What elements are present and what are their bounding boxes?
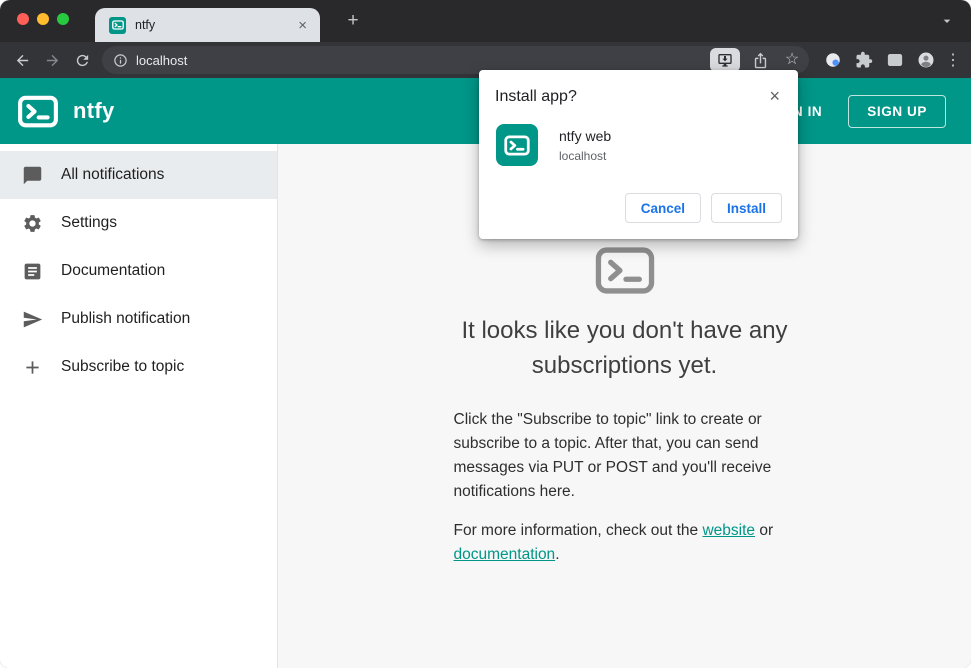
minimize-window-button[interactable] <box>37 13 49 25</box>
empty-state-heading: It looks like you don't have any subscri… <box>461 317 788 379</box>
sign-up-button[interactable]: SIGN UP <box>848 94 946 128</box>
empty-state-links-paragraph: For more information, check out the webs… <box>454 519 796 567</box>
back-icon[interactable] <box>8 46 36 74</box>
send-icon <box>21 308 43 330</box>
toolbar-right-icons: ⋮ <box>821 48 963 72</box>
browser-window: ntfy × + localhost ☆ ⋮ ntfy IN SIGN UP A… <box>0 0 971 668</box>
chat-icon <box>21 164 43 186</box>
website-link[interactable]: website <box>702 522 755 539</box>
tab-close-icon[interactable]: × <box>295 17 310 34</box>
gear-icon <box>21 212 43 234</box>
sidebar-item-label: All notifications <box>61 166 165 183</box>
sidebar-item-label: Publish notification <box>61 310 191 327</box>
url-text[interactable]: localhost <box>136 53 702 68</box>
cancel-button[interactable]: Cancel <box>624 193 701 223</box>
sidebar-item-label: Documentation <box>61 262 166 279</box>
install-button[interactable]: Install <box>710 193 782 223</box>
tab-title: ntfy <box>135 18 156 32</box>
sidebar: All notifications Settings Documentation… <box>0 144 278 668</box>
fullscreen-window-button[interactable] <box>57 13 69 25</box>
browser-menu-icon[interactable]: ⋮ <box>945 50 961 70</box>
profile-avatar[interactable] <box>914 48 938 72</box>
sidebar-item-publish-notification[interactable]: Publish notification <box>0 295 277 343</box>
ntfy-terminal-icon <box>594 246 656 295</box>
sidebar-item-documentation[interactable]: Documentation <box>0 247 277 295</box>
tab-search-chevron-icon[interactable] <box>939 13 955 34</box>
side-panel-icon[interactable] <box>883 48 907 72</box>
extension-icon[interactable] <box>821 48 845 72</box>
sidebar-item-label: Subscribe to topic <box>61 358 185 375</box>
sidebar-item-subscribe-to-topic[interactable]: Subscribe to topic <box>0 343 277 391</box>
ntfy-app-icon <box>496 124 538 166</box>
dialog-close-icon[interactable]: × <box>767 85 782 107</box>
bookmark-star-icon[interactable]: ☆ <box>780 48 804 72</box>
browser-tab[interactable]: ntfy × <box>95 8 320 42</box>
more-info-middle: or <box>755 521 774 539</box>
new-tab-button[interactable]: + <box>341 9 365 33</box>
extensions-puzzle-icon[interactable] <box>852 48 876 72</box>
dialog-title: Install app? <box>495 88 577 105</box>
sidebar-item-all-notifications[interactable]: All notifications <box>0 151 277 199</box>
ntfy-favicon-icon <box>109 16 126 34</box>
reload-icon[interactable] <box>68 46 96 74</box>
close-window-button[interactable] <box>17 13 29 25</box>
forward-icon[interactable] <box>38 46 66 74</box>
install-app-icon[interactable] <box>710 48 740 72</box>
install-app-dialog: Install app? × ntfy web localhost Cancel… <box>479 70 798 239</box>
documentation-link[interactable]: documentation <box>454 546 556 563</box>
tab-strip: ntfy × + <box>0 0 971 42</box>
dialog-app-name: ntfy web <box>559 127 612 144</box>
article-icon <box>21 260 43 282</box>
brand-name: ntfy <box>73 98 115 123</box>
ntfy-logo-icon <box>17 95 59 128</box>
site-info-icon[interactable] <box>113 53 128 68</box>
plus-icon <box>21 356 43 378</box>
empty-state-paragraph: Click the "Subscribe to topic" link to c… <box>453 410 772 500</box>
traffic-lights <box>17 13 69 25</box>
dialog-app-origin: localhost <box>559 148 607 163</box>
sidebar-item-label: Settings <box>61 214 118 231</box>
sidebar-item-settings[interactable]: Settings <box>0 199 277 247</box>
dialog-app-row: ntfy web localhost <box>495 124 782 166</box>
share-icon[interactable] <box>748 48 772 72</box>
more-info-suffix: . <box>555 545 560 563</box>
more-info-prefix: For more information, check out the <box>453 521 703 539</box>
